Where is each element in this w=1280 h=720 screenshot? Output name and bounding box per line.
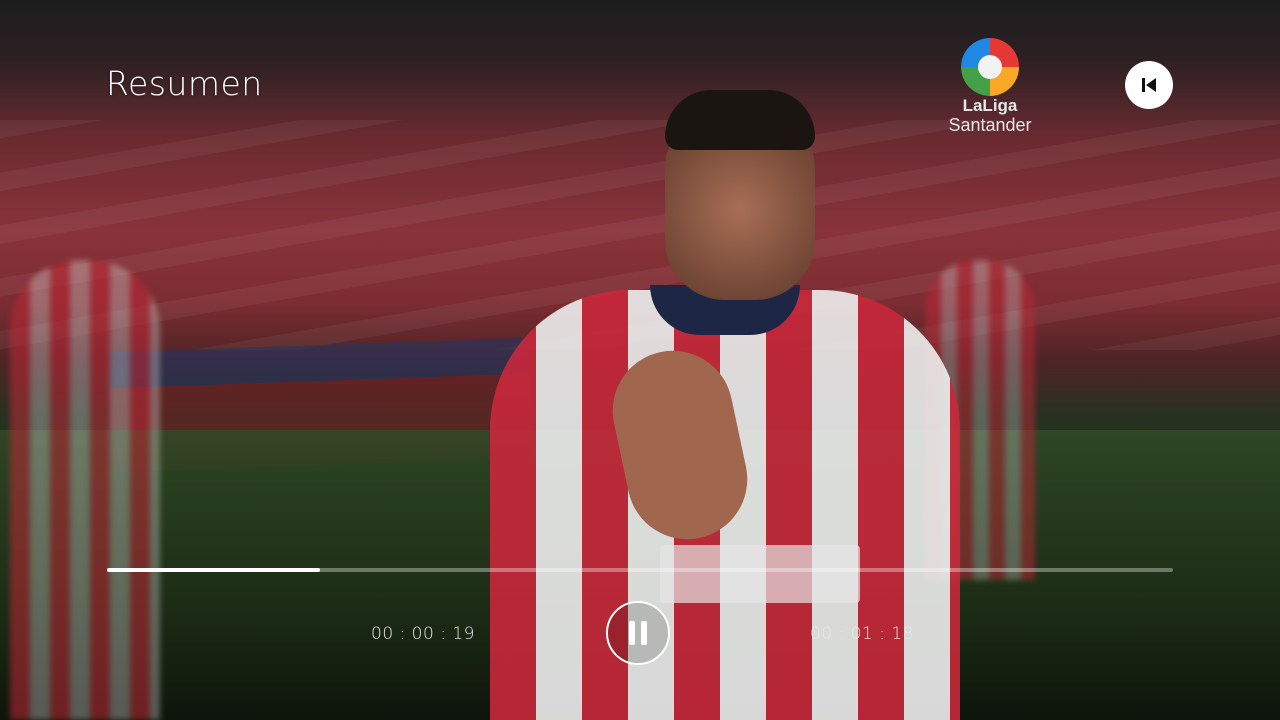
video-title: Resumen (106, 64, 263, 103)
background-player-left (10, 260, 160, 720)
laliga-ball-icon (961, 38, 1019, 96)
skip-previous-icon (1142, 78, 1156, 92)
laliga-logo: LaLiga Santander (928, 38, 1052, 142)
skip-back-button[interactable] (1125, 61, 1173, 109)
video-player[interactable]: Resumen LaLiga Santander 00 : 00 : 19 00… (0, 0, 1280, 720)
progress-bar[interactable] (107, 568, 1173, 572)
logo-sub: Santander (948, 115, 1032, 135)
pause-button[interactable] (606, 601, 670, 665)
player-hair (665, 90, 815, 150)
time-elapsed: 00 : 00 : 19 (371, 624, 475, 644)
time-total: 00 : 01 : 18 (810, 624, 914, 644)
logo-name: LaLiga (962, 96, 1018, 115)
pause-icon (629, 621, 647, 645)
progress-fill (107, 568, 321, 572)
jersey-sponsor (660, 545, 860, 603)
